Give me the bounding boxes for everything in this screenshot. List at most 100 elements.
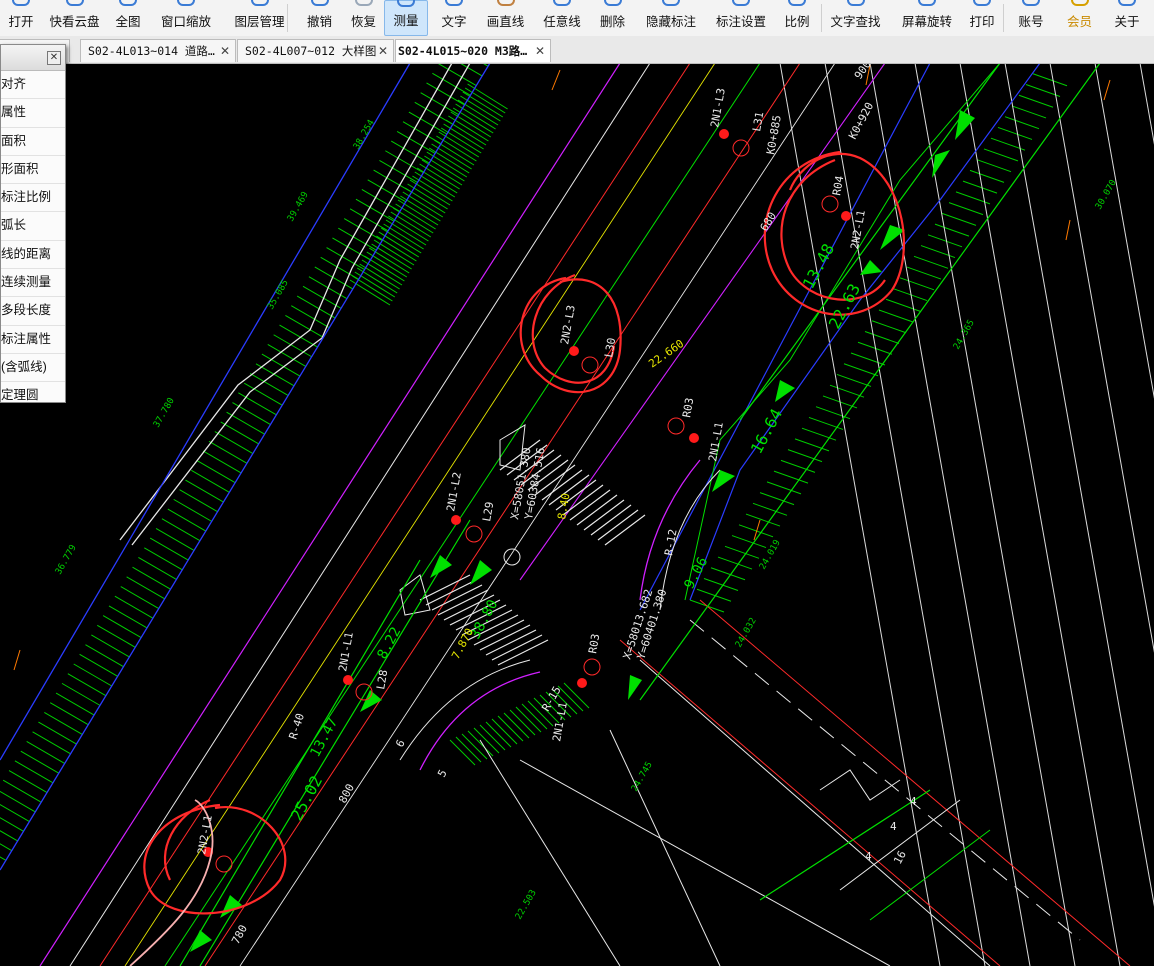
measure-menu-item[interactable]: 对齐 [1,71,65,100]
toolbar-button-redo[interactable]: 恢复 [343,0,384,36]
eraser-icon [603,0,622,6]
close-icon[interactable]: ✕ [47,51,61,65]
slope-hatch-tick [836,373,872,387]
slope-hatch-tick [196,460,236,484]
measure-menu-item[interactable]: 连续测量 [1,269,65,298]
toolbar-button-scale[interactable]: 比例 [776,0,818,36]
label-el2: 39.469 [286,190,311,223]
slope-hatch-tick [829,384,865,398]
dimension-lines [179,63,1101,966]
toolbar-button-hide-annotation[interactable]: 隐藏标注 [636,0,706,36]
toolbar-button-label: 全图 [115,15,141,29]
slope-hatch-tick [445,119,487,146]
slope-hatch-tick [0,803,30,823]
slope-hatch-tick [419,163,460,190]
toolbar-button-vip[interactable]: 会员 [1059,0,1100,36]
slope-hatch-tick [1018,94,1054,108]
toolbar-button-open[interactable]: 打开 [0,0,42,36]
slope-hatch-tick [433,139,475,166]
measure-menu-item[interactable]: 线的距离 [1,241,65,270]
measure-menu-item[interactable]: 标注属性 [1,326,65,354]
measure-menu-item-label: 多段长度 [1,303,52,318]
redo-icon [354,0,373,6]
toolbar-button-eraser[interactable]: 删除 [589,0,636,36]
slope-hatch-tick [464,87,506,114]
slope-hatch-tick [214,431,254,455]
toolbar-button-label: 画直线 [486,15,525,29]
slope-hatch-tick [969,169,1005,183]
toolbar-button-text-search[interactable]: 文字查找 [818,0,893,36]
slope-hatch-tick [1032,73,1068,87]
label-el8: 24.019 [758,538,783,571]
toolbar-button-undo[interactable]: 撤销 [296,0,343,36]
slope-hatch-tick [871,320,907,334]
label-el9: 24.032 [734,616,759,649]
close-icon[interactable]: ✕ [378,40,388,62]
measure-menu-item[interactable]: 标注比例 [1,184,65,213]
slope-hatch-tick [8,770,48,793]
label-d900: 900 [852,63,874,82]
measure-menu-item-label: 标注比例 [1,190,52,205]
toolbar-button-label: 账号 [1018,15,1044,29]
slope-hatch-tick [696,588,732,602]
toolbar-button-label: 窗口缩放 [160,15,211,29]
toolbar: 打开 快看云盘 全图 窗口缩放 图层管理 撤销 恢复 测量 文字 画直线 任意线 删除 隐藏标注 标注设置… [0,0,1154,37]
label-n4a: 4 [865,850,872,863]
ruler-icon [397,0,415,7]
tab-document-1[interactable]: S02-4L013~014 道路… ✕ [80,39,236,62]
parallel-line [914,63,1076,966]
label-lot-l1: 2N1-L1 [336,631,356,672]
label-n4c: 4 [910,795,917,808]
toolbar-button-line[interactable]: 画直线 [476,0,535,36]
toolbar-button-print[interactable]: 打印 [961,0,1003,36]
slope-hatch-tick [420,92,459,116]
toolbar-button-label: 关于 [1114,15,1140,29]
slope-hatch-tick [450,111,492,138]
measure-menu-item[interactable]: 定理圆 [1,382,65,403]
slope-hatch-tick [149,537,189,561]
slope-hatch-tick [26,741,65,764]
label-lot-k2: 2N2-L3 [558,304,578,345]
toolbar-button-layers[interactable]: 图层管理 [223,0,296,36]
tab-document-2[interactable]: S02-4L007~012 大样图 ✕ [237,39,394,62]
measure-menu-item[interactable]: 面积 [1,128,65,156]
crosswalk-stripe [497,639,549,666]
tab-document-3[interactable]: S02-4L015~020 M3路… ✕ [395,39,551,62]
slope-hatch-tick [432,72,471,96]
slope-hatch-tick [238,392,277,416]
measure-menu-item-label: 定理圆 [1,388,39,403]
measure-menu-item[interactable]: 弧长 [1,212,65,241]
crosswalk-stripe [485,629,537,656]
toolbar-button-text[interactable]: 文字 [432,0,476,36]
cad-drawing-canvas[interactable]: 2N1-L3 L31 K0+885 K0+920 900 R04 2N2-L1 … [0,63,1154,966]
parallel-line [959,63,1121,966]
slope-hatch-tick [208,440,248,464]
slope-hatch-tick [0,856,7,861]
slope-hatch-tick [752,502,788,516]
close-icon[interactable]: ✕ [220,40,230,62]
measure-menu-item[interactable]: 多段长度 [1,297,65,326]
toolbar-button-freehand[interactable]: 任意线 [535,0,589,36]
close-icon[interactable]: ✕ [535,40,545,62]
toolbar-button-ruler[interactable]: 测量 [384,0,428,36]
toolbar-button-full-view[interactable]: 全图 [107,0,149,36]
measure-menu-item[interactable]: 形面积 [1,156,65,185]
toolbar-button-zoom-window[interactable]: 窗口缩放 [149,0,223,36]
slope-hatch-tick [349,208,389,232]
label-lot-l3: 2N1-L3 [708,87,728,128]
toolbar-button-about[interactable]: 关于 [1100,0,1154,36]
toolbar-button-annotation-settings[interactable]: 标注设置 [706,0,776,36]
slope-hatch-tick [408,111,448,135]
measure-menu-item[interactable]: (含弧线) [1,354,65,383]
slope-hatch-tick [920,245,956,259]
measure-menu-item-label: 属性 [1,105,27,120]
measure-menu-item-label: 弧长 [1,218,27,233]
toolbar-button-rotate-screen[interactable]: 屏幕旋转 [893,0,961,36]
toolbar-button-account[interactable]: 账号 [1011,0,1051,36]
drawing-labels: 2N1-L3 L31 K0+885 K0+920 900 R04 2N2-L1 … [54,63,1119,946]
label-el4: 37.780 [152,396,177,429]
toolbar-button-cloud[interactable]: 快看云盘 [42,0,107,36]
side-road-lines [479,599,1131,966]
slope-hatch-tick [428,147,470,174]
measure-menu-item[interactable]: 属性 [1,99,65,128]
